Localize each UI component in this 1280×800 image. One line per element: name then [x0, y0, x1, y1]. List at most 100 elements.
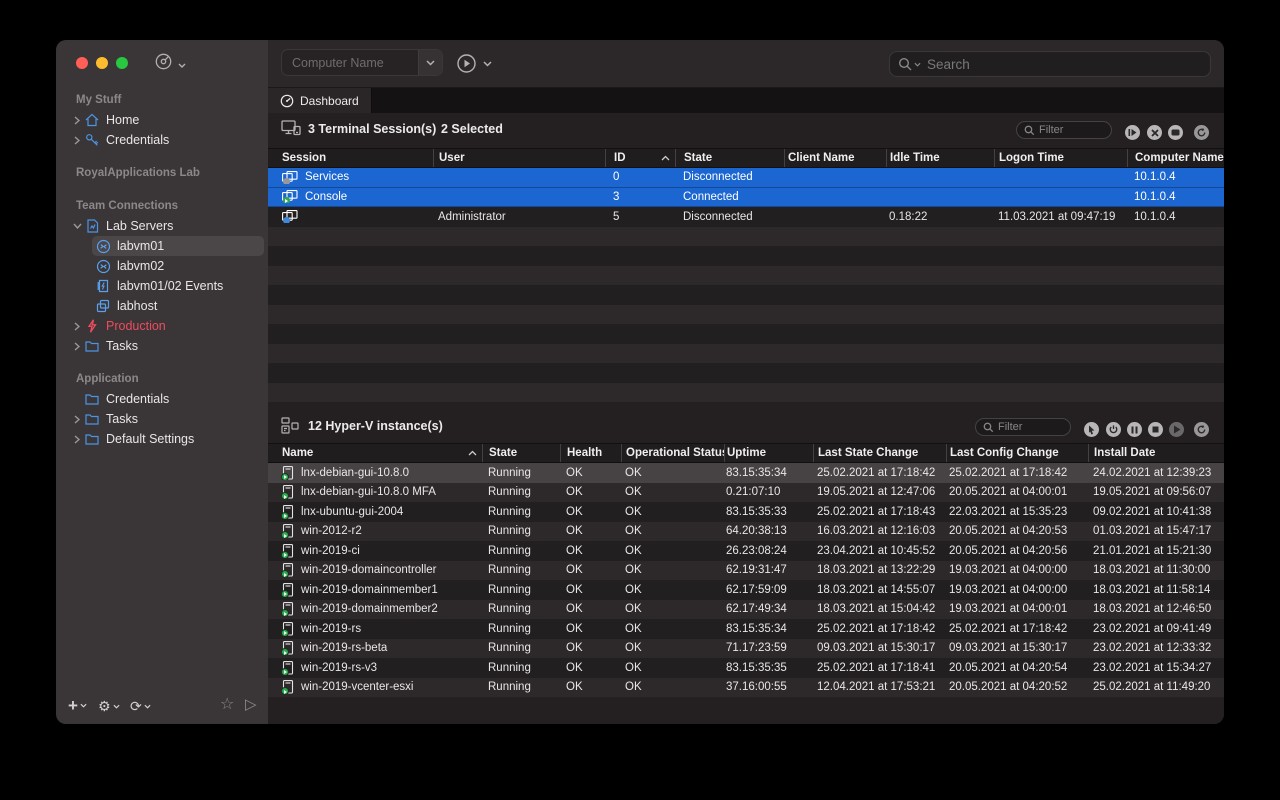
sidebar-item-labvm-events[interactable]: labvm01/02 Events	[56, 276, 268, 296]
sidebar-item-lab-servers[interactable]: Lab Servers	[56, 216, 268, 236]
column-header-session[interactable]: Session	[268, 149, 433, 167]
chevron-right-icon[interactable]	[70, 116, 84, 125]
sidebar-item-credentials[interactable]: Credentials	[56, 130, 268, 150]
dashboard-icon	[280, 94, 294, 108]
column-header-name[interactable]: Name	[268, 444, 482, 462]
computer-name-combo[interactable]	[281, 49, 443, 76]
close-window-button[interactable]	[76, 57, 88, 69]
add-button[interactable]: +	[68, 697, 87, 714]
table-row[interactable]: win-2019-domainmember2 Running OK OK 62.…	[268, 600, 1224, 620]
table-row[interactable]: lnx-ubuntu-gui-2004 Running OK OK 83.15:…	[268, 502, 1224, 522]
column-header-logon-time[interactable]: Logon Time	[994, 149, 1127, 167]
send-message-button[interactable]	[1168, 125, 1183, 140]
column-header-last-state-change[interactable]: Last State Change	[813, 444, 946, 462]
chevron-right-icon[interactable]	[70, 435, 84, 444]
sidebar-item-label: Tasks	[106, 412, 138, 426]
terminal-filter-input[interactable]	[1039, 124, 1104, 136]
actions-button[interactable]: ⟳	[130, 699, 151, 713]
cell-operational-status: OK	[621, 623, 724, 635]
refresh-button[interactable]	[1194, 125, 1209, 140]
table-row-empty	[268, 285, 1224, 305]
sidebar-item-labhost[interactable]: labhost	[56, 296, 268, 316]
column-header-computer-name[interactable]: Computer Name	[1127, 149, 1224, 167]
sidebar-item-labvm02[interactable]: labvm02	[56, 256, 268, 276]
chevron-right-icon[interactable]	[70, 322, 84, 331]
play-circle-icon	[456, 53, 477, 74]
sidebar-item-app-credentials[interactable]: Credentials	[56, 389, 268, 409]
chevron-right-icon[interactable]	[70, 136, 84, 145]
sidebar-item-tasks[interactable]: Tasks	[56, 336, 268, 356]
tab-label: Dashboard	[300, 94, 359, 108]
hyperv-filter-field[interactable]	[975, 418, 1071, 436]
column-header-install-date[interactable]: Install Date	[1088, 444, 1224, 462]
column-header-last-config-change[interactable]: Last Config Change	[946, 444, 1088, 462]
power-vm-button[interactable]	[1106, 422, 1121, 437]
table-row[interactable]: lnx-debian-gui-10.8.0 Running OK OK 83.1…	[268, 463, 1224, 483]
table-row[interactable]: Services 0 Disconnected 10.1.0.4	[268, 168, 1224, 188]
column-header-operational-status[interactable]: Operational Status	[621, 444, 724, 462]
terminal-filter-field[interactable]	[1016, 121, 1112, 139]
column-header-state[interactable]: State	[675, 149, 784, 167]
chevron-down-icon[interactable]	[70, 223, 84, 229]
cell-operational-status: OK	[621, 642, 724, 654]
hyperv-filter-input[interactable]	[998, 421, 1063, 433]
run-button[interactable]: ▷	[245, 697, 257, 712]
start-vm-button[interactable]	[1169, 422, 1184, 437]
favorite-button[interactable]: ☆	[220, 697, 234, 713]
hyperv-panel-title: 12 Hyper-V instance(s)	[308, 419, 443, 433]
table-row[interactable]: win-2012-r2 Running OK OK 64.20:38:13 16…	[268, 522, 1224, 542]
cell-last-config-change: 20.05.2021 at 04:20:52	[946, 681, 1088, 693]
cell-last-state-change: 18.03.2021 at 13:22:29	[813, 564, 946, 576]
column-header-user[interactable]: User	[433, 149, 605, 167]
connect-button[interactable]	[456, 53, 492, 74]
cell-operational-status: OK	[621, 662, 724, 674]
cell-health: OK	[560, 545, 621, 557]
cell-id: 5	[605, 211, 675, 223]
column-header-idle-time[interactable]: Idle Time	[886, 149, 994, 167]
settings-button[interactable]: ⚙	[98, 699, 120, 713]
column-header-client-name[interactable]: Client Name	[784, 149, 886, 167]
connect-vm-button[interactable]	[1084, 422, 1099, 437]
sidebar-item-home[interactable]: Home	[56, 110, 268, 130]
minimize-window-button[interactable]	[96, 57, 108, 69]
table-row[interactable]: win-2019-rs-beta Running OK OK 71.17:23:…	[268, 639, 1224, 659]
table-row[interactable]: win-2019-ci Running OK OK 26.23:08:24 23…	[268, 541, 1224, 561]
table-row[interactable]: lnx-debian-gui-10.8.0 MFA Running OK OK …	[268, 483, 1224, 503]
computer-name-dropdown-button[interactable]	[418, 50, 442, 75]
table-row[interactable]: Administrator 5 Disconnected 0.18:22 11.…	[268, 207, 1224, 227]
refresh-button[interactable]	[1194, 422, 1209, 437]
table-row[interactable]: win-2019-rs-v3 Running OK OK 83.15:35:35…	[268, 658, 1224, 678]
table-row[interactable]: win-2019-domaincontroller Running OK OK …	[268, 561, 1224, 581]
home-icon	[84, 113, 100, 127]
tab-dashboard[interactable]: Dashboard	[268, 88, 372, 113]
table-row[interactable]: Console 3 Connected 10.1.0.4	[268, 188, 1224, 208]
table-row[interactable]: win-2019-domainmember1 Running OK OK 62.…	[268, 580, 1224, 600]
computer-name-input[interactable]	[282, 50, 418, 75]
search-field[interactable]	[889, 51, 1211, 77]
pause-vm-button[interactable]	[1127, 422, 1142, 437]
column-header-id[interactable]: ID	[605, 149, 675, 167]
chevron-right-icon[interactable]	[70, 342, 84, 351]
sidebar-item-production[interactable]: Production	[56, 316, 268, 336]
logoff-session-button[interactable]	[1125, 125, 1140, 140]
cell-last-config-change: 20.05.2021 at 04:00:01	[946, 486, 1088, 498]
table-row[interactable]: win-2019-rs Running OK OK 83.15:35:34 25…	[268, 619, 1224, 639]
cell-last-state-change: 18.03.2021 at 14:55:07	[813, 584, 946, 596]
sidebar-item-labvm01[interactable]: labvm01	[56, 236, 268, 256]
cell-health: OK	[560, 506, 621, 518]
table-row[interactable]: win-2019-vcenter-esxi Running OK OK 37.1…	[268, 678, 1224, 698]
zoom-window-button[interactable]	[116, 57, 128, 69]
column-header-health[interactable]: Health	[560, 444, 621, 462]
sidebar-item-app-tasks[interactable]: Tasks	[56, 409, 268, 429]
sort-ascending-icon	[661, 155, 670, 161]
stop-vm-button[interactable]	[1148, 422, 1163, 437]
column-header-uptime[interactable]: Uptime	[724, 444, 813, 462]
disconnect-session-button[interactable]	[1147, 125, 1162, 140]
connect-menu-button[interactable]	[154, 52, 186, 76]
sidebar-item-default-settings[interactable]: Default Settings	[56, 429, 268, 449]
cell-last-state-change: 25.02.2021 at 17:18:43	[813, 506, 946, 518]
chevron-right-icon[interactable]	[70, 415, 84, 424]
cell-install-date: 18.03.2021 at 11:58:14	[1088, 584, 1224, 596]
search-input[interactable]	[927, 57, 1202, 72]
column-header-state[interactable]: State	[482, 444, 560, 462]
